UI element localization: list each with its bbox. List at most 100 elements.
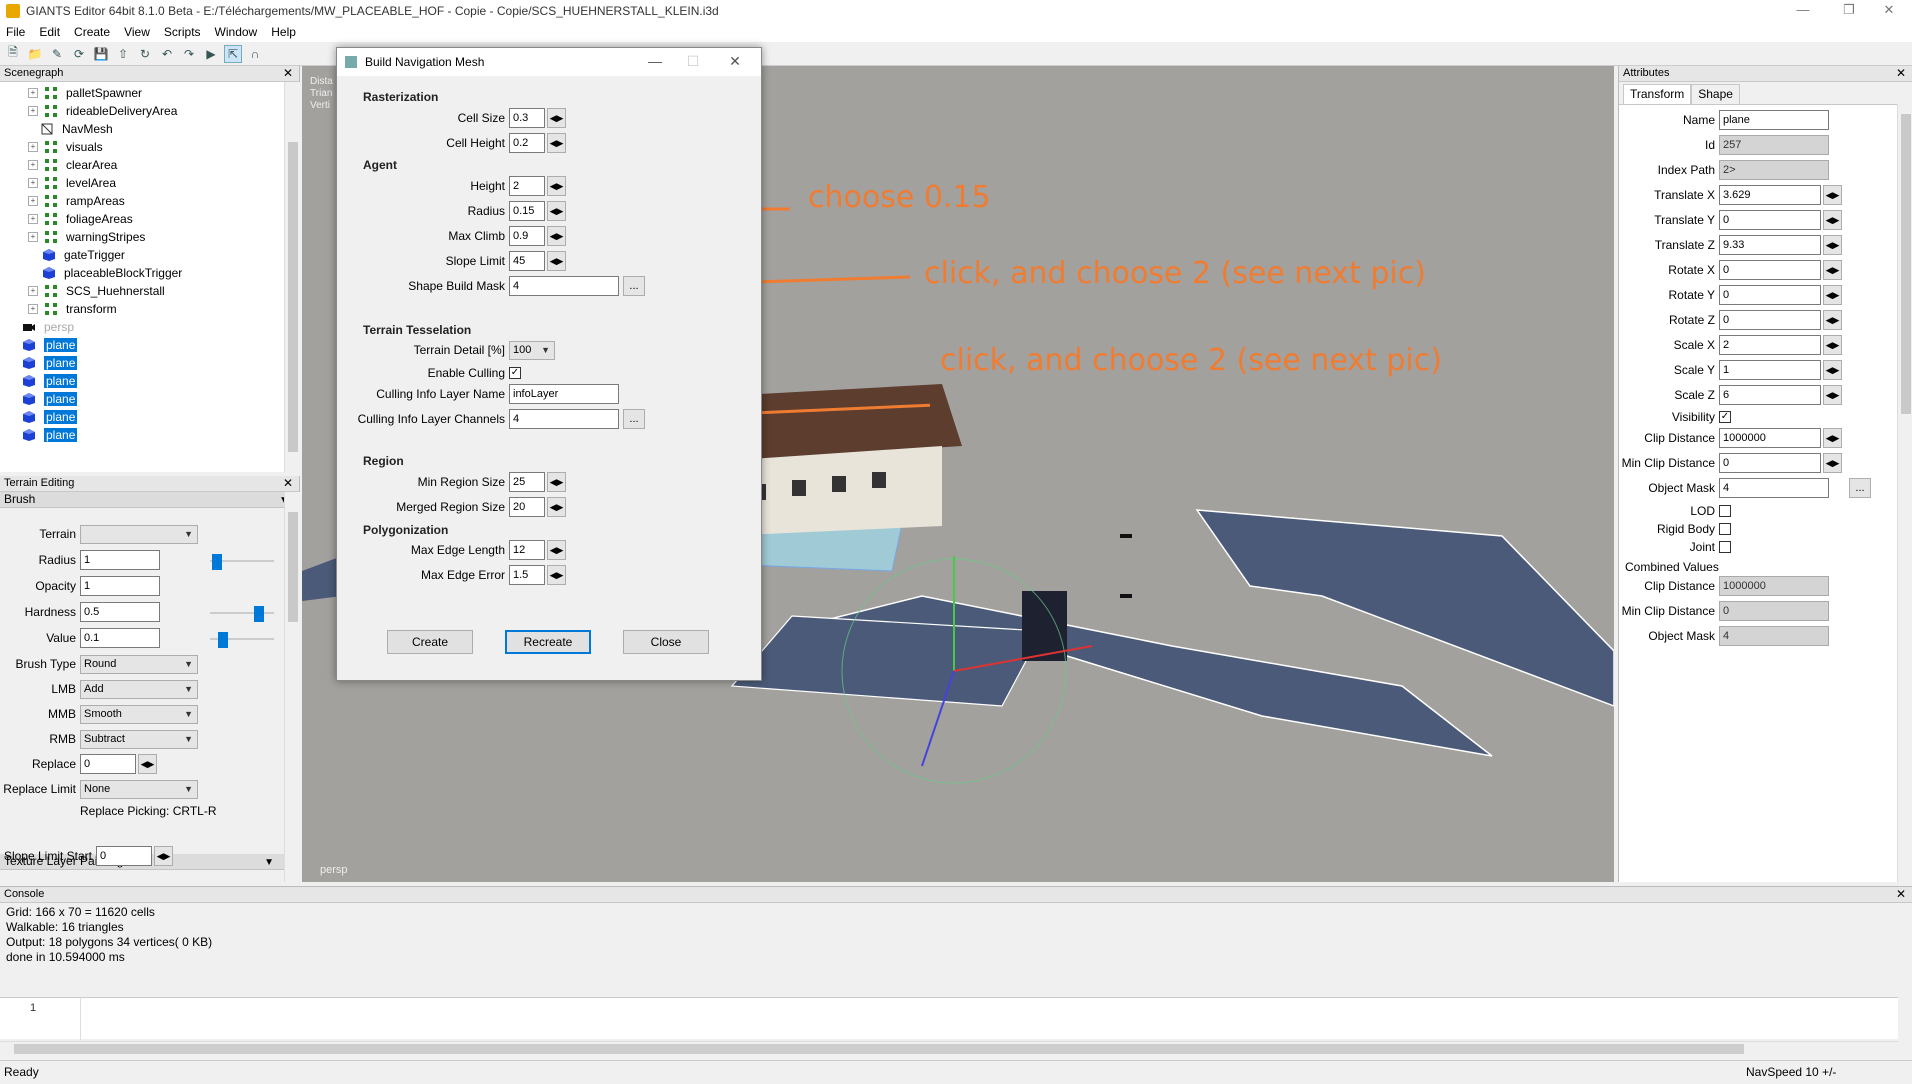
expand-icon[interactable]: + — [28, 232, 38, 242]
scrollbar-thumb[interactable] — [14, 1044, 1744, 1054]
max-edge-error-spinner[interactable]: ◀▶ — [547, 565, 566, 585]
undo-icon[interactable]: ↶ — [158, 45, 176, 63]
shape-build-mask-more-button[interactable]: ... — [623, 276, 645, 296]
max-climb-spinner[interactable]: ◀▶ — [547, 226, 566, 246]
culling-layer-channels-more-button[interactable]: ... — [623, 409, 645, 429]
menu-create[interactable]: Create — [74, 25, 110, 39]
tree-node[interactable]: plane — [22, 336, 78, 354]
console-hscrollbar[interactable] — [0, 1041, 1898, 1055]
tab-transform[interactable]: Transform — [1623, 84, 1692, 104]
radius-input[interactable]: 1 — [80, 550, 160, 570]
slope-limit-start-spinner[interactable]: ◀▶ — [154, 846, 173, 866]
max-edge-length-spinner[interactable]: ◀▶ — [547, 540, 566, 560]
height-input[interactable]: 2 — [509, 176, 545, 196]
rigid-body-checkbox[interactable] — [1719, 523, 1731, 535]
min-region-size-input[interactable]: 25 — [509, 472, 545, 492]
menu-help[interactable]: Help — [271, 25, 296, 39]
scale-x-input[interactable]: 2 — [1719, 335, 1821, 355]
expand-icon[interactable]: + — [28, 88, 38, 98]
translate-x-input[interactable]: 3.629 — [1719, 185, 1821, 205]
rotate-x-input[interactable]: 0 — [1719, 260, 1821, 280]
menu-edit[interactable]: Edit — [39, 25, 60, 39]
clip-distance-spinner[interactable]: ◀▶ — [1823, 428, 1842, 448]
expand-icon[interactable]: + — [28, 196, 38, 206]
brush-type-select[interactable]: Round ▼ — [80, 654, 198, 674]
terrain-scrollbar[interactable] — [284, 492, 300, 882]
script-input[interactable]: 1 — [0, 997, 1898, 1040]
min-region-size-spinner[interactable]: ◀▶ — [547, 472, 566, 492]
expand-icon[interactable]: + — [28, 178, 38, 188]
scale-y-spinner[interactable]: ◀▶ — [1823, 360, 1842, 380]
tree-node[interactable]: + rampAreas — [28, 192, 125, 210]
translate-y-input[interactable]: 0 — [1719, 210, 1821, 230]
edit-icon[interactable]: ✎ — [48, 45, 66, 63]
export-icon[interactable]: ⇧ — [114, 45, 132, 63]
scale-y-input[interactable]: 1 — [1719, 360, 1821, 380]
lmb-select[interactable]: Add ▼ — [80, 679, 198, 699]
open-folder-icon[interactable]: 📁 — [26, 45, 44, 63]
rotate-x-spinner[interactable]: ◀▶ — [1823, 260, 1842, 280]
hardness-input[interactable]: 0.5 — [80, 602, 160, 622]
terrain-select[interactable]: ▼ — [80, 524, 198, 544]
rotate-y-spinner[interactable]: ◀▶ — [1823, 285, 1842, 305]
menu-scripts[interactable]: Scripts — [164, 25, 201, 39]
replace-spinner[interactable]: ◀▶ — [138, 754, 157, 774]
tree-node[interactable]: + foliageAreas — [28, 210, 133, 228]
scrollbar-thumb[interactable] — [288, 142, 298, 452]
rmb-select[interactable]: Subtract ▼ — [80, 729, 198, 749]
redo-icon[interactable]: ↷ — [180, 45, 198, 63]
expand-icon[interactable]: + — [28, 142, 38, 152]
tree-node[interactable]: + SCS_Huehnerstall — [28, 282, 165, 300]
merged-region-size-spinner[interactable]: ◀▶ — [547, 497, 566, 517]
expand-icon[interactable]: + — [28, 304, 38, 314]
expand-icon[interactable]: + — [28, 286, 38, 296]
play-icon[interactable]: ▶ — [202, 45, 220, 63]
tree-node[interactable]: + visuals — [28, 138, 103, 156]
replace-limit-select[interactable]: None ▼ — [80, 779, 198, 799]
dialog-titlebar[interactable]: Build Navigation Mesh — ☐ ✕ — [337, 48, 761, 76]
expand-icon[interactable]: + — [28, 214, 38, 224]
attributes-scrollbar[interactable] — [1897, 104, 1912, 882]
min-clip-distance-spinner[interactable]: ◀▶ — [1823, 453, 1842, 473]
value-input[interactable]: 0.1 — [80, 628, 160, 648]
max-edge-length-input[interactable]: 12 — [509, 540, 545, 560]
select-tool-icon[interactable]: ⇱ — [224, 44, 242, 63]
tree-node[interactable]: + warningStripes — [28, 228, 145, 246]
tree-node[interactable]: gateTrigger — [42, 246, 125, 264]
collapse-icon[interactable]: ▼ — [264, 855, 274, 870]
recreate-button[interactable]: Recreate — [505, 630, 591, 654]
rotate-y-input[interactable]: 0 — [1719, 285, 1821, 305]
clip-distance-input[interactable]: 1000000 — [1719, 428, 1821, 448]
value-slider[interactable] — [210, 632, 274, 648]
scrollbar-thumb[interactable] — [1901, 114, 1911, 414]
tree-node[interactable]: plane — [22, 426, 78, 444]
tree-node[interactable]: + rideableDeliveryArea — [28, 102, 177, 120]
radius-input[interactable]: 0.15 — [509, 201, 545, 221]
cell-height-spinner[interactable]: ◀▶ — [547, 133, 566, 153]
translate-z-input[interactable]: 9.33 — [1719, 235, 1821, 255]
save-icon[interactable]: 💾 — [92, 45, 110, 63]
translate-y-spinner[interactable]: ◀▶ — [1823, 210, 1842, 230]
create-button[interactable]: Create — [387, 630, 473, 654]
min-clip-distance-input[interactable]: 0 — [1719, 453, 1821, 473]
name-input[interactable]: plane — [1719, 110, 1829, 130]
tree-node[interactable]: + palletSpawner — [28, 84, 142, 102]
menu-view[interactable]: View — [124, 25, 150, 39]
scale-z-spinner[interactable]: ◀▶ — [1823, 385, 1842, 405]
object-mask-more-button[interactable]: ... — [1849, 478, 1871, 498]
tree-node[interactable]: plane — [22, 390, 78, 408]
opacity-input[interactable]: 1 — [80, 576, 160, 596]
tree-node[interactable]: NavMesh — [40, 120, 113, 138]
close-panel-icon[interactable]: ✕ — [1896, 887, 1906, 902]
culling-layer-name-input[interactable]: infoLayer — [509, 384, 619, 404]
merged-region-size-input[interactable]: 20 — [509, 497, 545, 517]
tree-node[interactable]: + clearArea — [28, 156, 117, 174]
max-climb-input[interactable]: 0.9 — [509, 226, 545, 246]
tree-node[interactable]: + levelArea — [28, 174, 116, 192]
terrain-detail-select[interactable]: 100 ▼ — [509, 340, 555, 360]
expand-icon[interactable]: + — [28, 160, 38, 170]
close-panel-icon[interactable]: ✕ — [283, 476, 293, 491]
slope-limit-start-input[interactable]: 0 — [96, 846, 152, 866]
magnet-icon[interactable]: ∩ — [246, 45, 264, 63]
translate-z-spinner[interactable]: ◀▶ — [1823, 235, 1842, 255]
